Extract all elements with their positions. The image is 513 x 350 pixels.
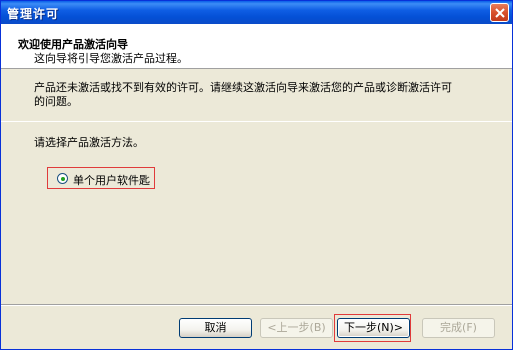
title-bar[interactable]: 管理许可 [1, 1, 512, 24]
section-divider [1, 121, 512, 122]
radio-button[interactable] [57, 173, 68, 184]
cancel-button[interactable]: 取消 [179, 318, 252, 338]
single-user-key-option[interactable]: 单个用户软件匙 [47, 167, 155, 189]
wizard-subtitle: 这向导将引导您激活产品过程。 [34, 52, 188, 65]
close-icon [495, 8, 505, 18]
radio-selected-dot [61, 177, 65, 181]
license-dialog: 管理许可 欢迎使用产品激活向导 这向导将引导您激活产品过程。 产品还未激活或找不… [0, 0, 513, 350]
next-button[interactable]: 下一步(N)> [337, 318, 410, 338]
description-text: 产品还未激活或找不到有效的许可。请继续这激活向导来激活您的产品或诊断激活许可的问… [34, 81, 452, 108]
finish-button[interactable]: 完成(F) [422, 318, 495, 338]
choose-method-label: 请选择产品激活方法。 [34, 136, 144, 149]
window-title: 管理许可 [7, 7, 60, 21]
back-button[interactable]: <上一步(B) [260, 318, 333, 338]
footer-divider [1, 304, 512, 306]
radio-label[interactable]: 单个用户软件匙 [73, 172, 150, 188]
wizard-header: 欢迎使用产品激活向导 这向导将引导您激活产品过程。 [1, 24, 512, 69]
close-button[interactable] [490, 3, 509, 22]
